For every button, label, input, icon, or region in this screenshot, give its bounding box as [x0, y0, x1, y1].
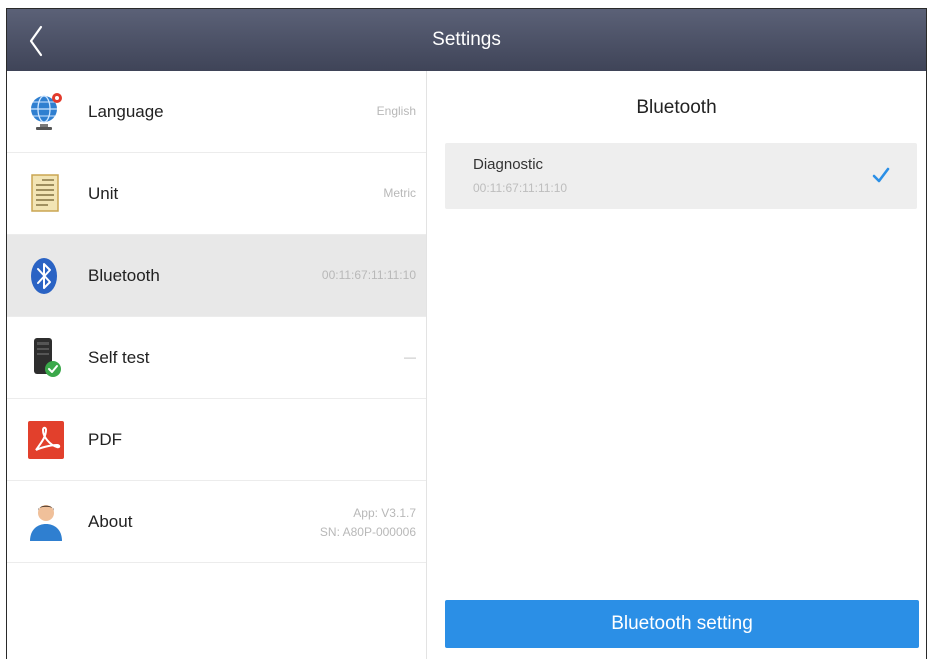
settings-item-bluetooth[interactable]: Bluetooth 00:11:67:11:11:10	[7, 235, 426, 317]
settings-item-value: English	[376, 104, 416, 118]
settings-item-label: About	[88, 512, 133, 531]
settings-item-value: Metric	[383, 186, 416, 200]
settings-list: Language English Unit Metric Bluetooth 0…	[7, 71, 427, 659]
settings-item-about[interactable]: About App: V3.1.7 SN: A80P-000006	[7, 481, 426, 563]
bluetooth-device-item[interactable]: Diagnostic 00:11:67:11:11:10	[445, 143, 917, 209]
globe-icon	[26, 91, 66, 133]
settings-item-label: Unit	[88, 184, 119, 203]
settings-item-language[interactable]: Language English	[7, 71, 426, 153]
device-name: Diagnostic	[473, 156, 544, 173]
bluetooth-panel-title: Bluetooth	[636, 97, 717, 118]
settings-item-label: Bluetooth	[88, 266, 160, 285]
self-test-device-icon	[26, 337, 66, 379]
user-avatar-icon	[26, 501, 66, 543]
app-window: Settings Language English Unit Metric Bl…	[6, 8, 927, 659]
app-version: App: V3.1.7	[353, 506, 416, 520]
settings-item-value: 00:11:67:11:11:10	[321, 268, 416, 282]
settings-item-self-test[interactable]: Self test —	[7, 317, 426, 399]
about-info: App: V3.1.7 SN: A80P-000006	[320, 504, 416, 542]
settings-item-label: Self test	[88, 348, 150, 367]
bluetooth-icon	[26, 255, 66, 297]
settings-item-value: —	[404, 350, 416, 364]
settings-item-pdf[interactable]: PDF	[7, 399, 426, 481]
unit-sheet-icon	[26, 173, 66, 215]
serial-number: SN: A80P-000006	[319, 525, 416, 539]
bluetooth-setting-button[interactable]: Bluetooth setting	[445, 600, 919, 648]
pdf-icon	[26, 419, 66, 461]
bluetooth-panel: Bluetooth Diagnostic 00:11:67:11:11:10 B…	[427, 71, 926, 659]
checkmark-icon	[872, 167, 890, 183]
settings-item-label: Language	[88, 102, 164, 121]
device-address: 00:11:67:11:11:10	[473, 181, 568, 195]
top-bar: Settings	[7, 9, 926, 71]
settings-item-unit[interactable]: Unit Metric	[7, 153, 426, 235]
page-title: Settings	[432, 29, 501, 50]
settings-item-label: PDF	[88, 430, 122, 449]
